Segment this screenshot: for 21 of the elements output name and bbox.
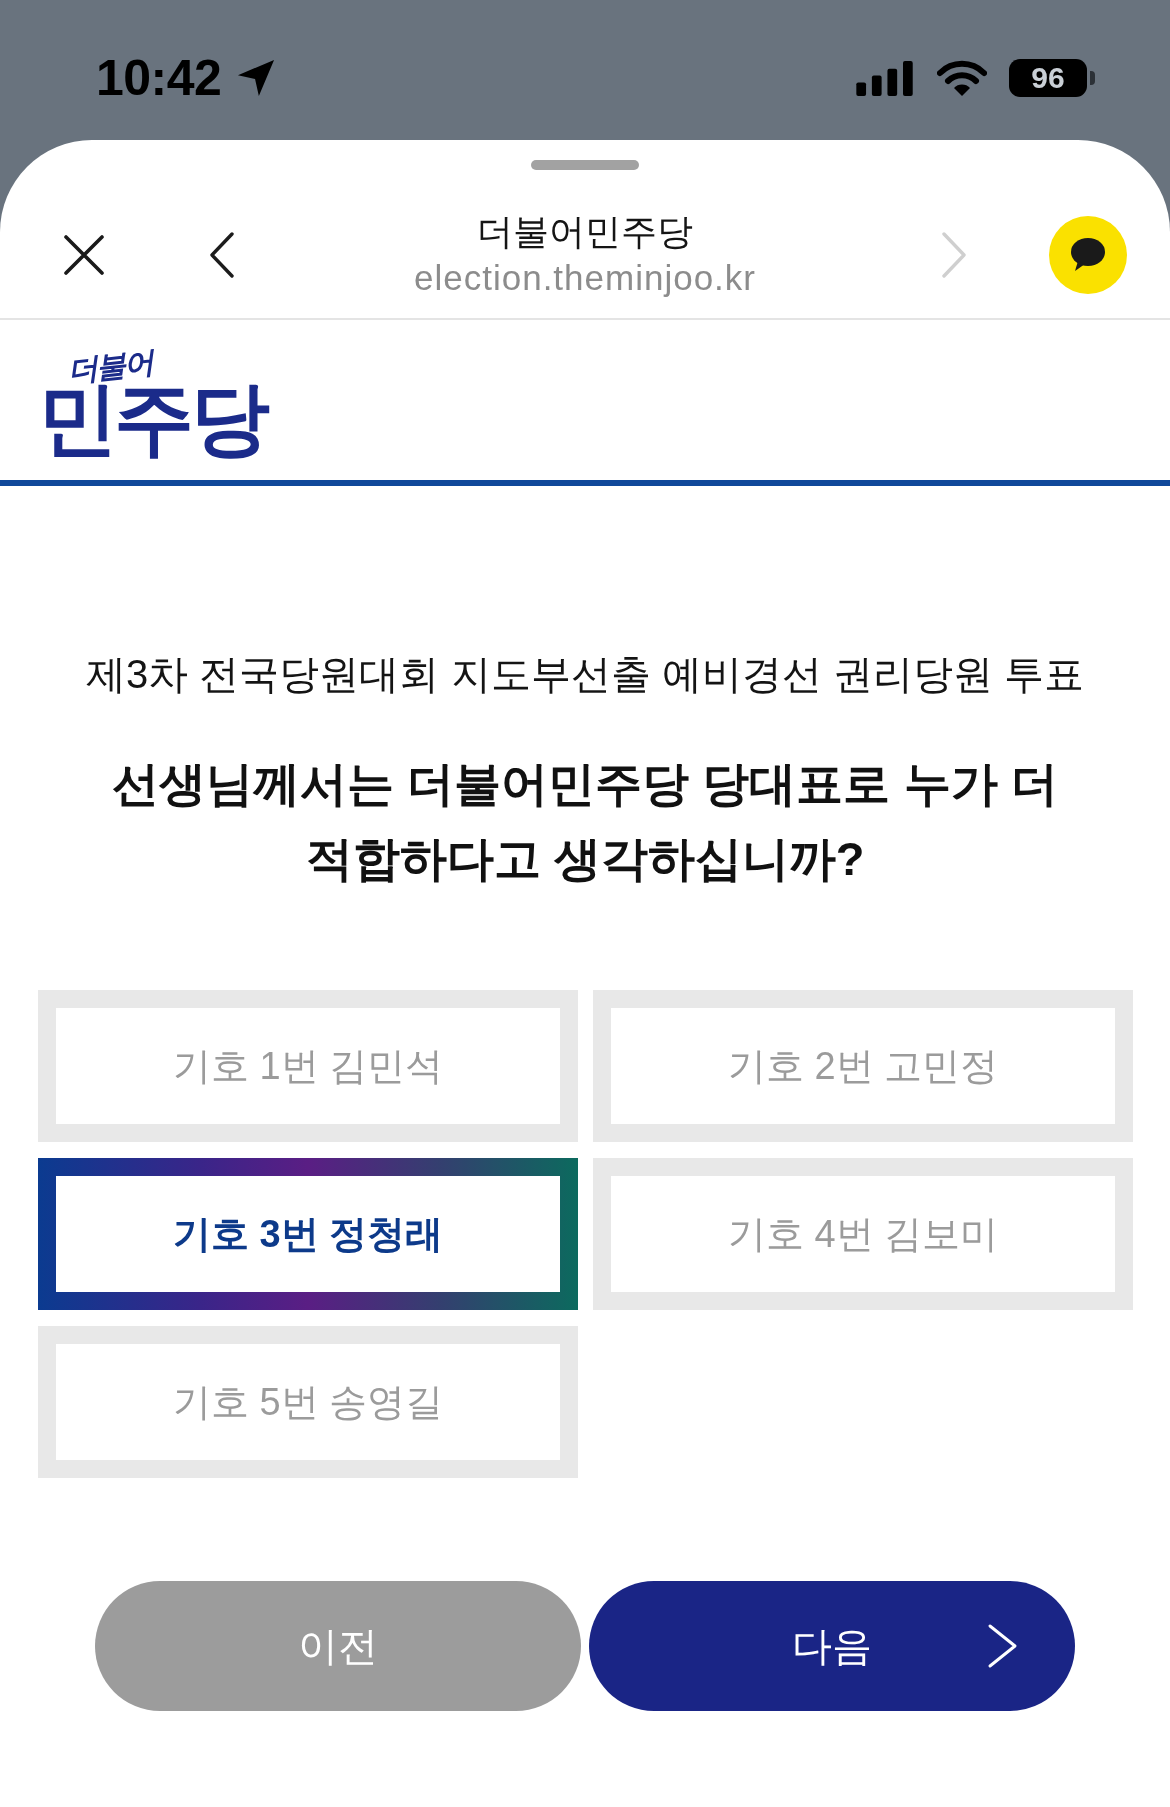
clock-time: 10:42 bbox=[96, 52, 222, 104]
candidate-option[interactable]: 기호 4번 김보미 bbox=[593, 1158, 1133, 1310]
candidate-option[interactable]: 기호 3번 정청래 bbox=[38, 1158, 578, 1310]
vote-title: 제3차 전국당원대회 지도부선출 예비경선 권리당원 투표 bbox=[85, 651, 1085, 698]
previous-button[interactable]: 이전 bbox=[95, 1581, 581, 1711]
wifi-icon bbox=[937, 60, 987, 96]
vote-question: 선생님께서는 더불어민주당 당대표로 누가 더 적합하다고 생각하십니까? bbox=[111, 756, 1059, 887]
next-button[interactable]: 다음 bbox=[589, 1581, 1075, 1711]
candidate-option[interactable]: 기호 2번 고민정 bbox=[593, 990, 1133, 1142]
close-icon bbox=[63, 234, 105, 276]
drag-handle[interactable] bbox=[531, 160, 639, 170]
chat-bubble-icon bbox=[1049, 216, 1127, 294]
chat-button[interactable] bbox=[1049, 216, 1127, 294]
candidate-option[interactable]: 기호 5번 송영길 bbox=[38, 1326, 578, 1478]
battery-indicator: 96 bbox=[1009, 59, 1095, 97]
location-arrow-icon bbox=[237, 59, 276, 97]
chevron-right-icon bbox=[987, 1623, 1019, 1669]
page-title: 더불어민주당 bbox=[476, 210, 694, 254]
signal-icon bbox=[856, 60, 915, 96]
candidate-option[interactable]: 기호 1번 김민석 bbox=[38, 990, 578, 1142]
page-url: election.theminjoo.kr bbox=[413, 257, 757, 299]
